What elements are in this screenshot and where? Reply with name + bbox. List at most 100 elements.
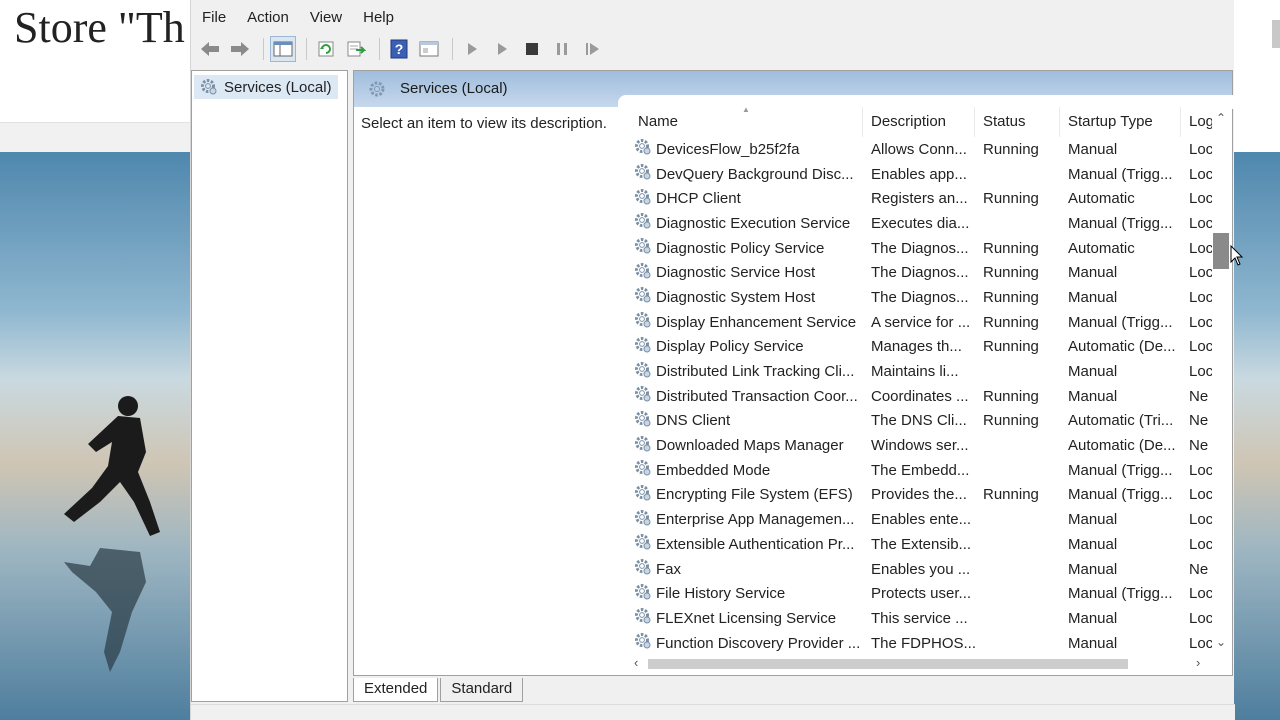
menu-action[interactable]: Action bbox=[236, 6, 299, 32]
scroll-left-icon[interactable]: ‹ bbox=[634, 655, 638, 670]
table-row[interactable]: Distributed Transaction Coor... Coordinat… bbox=[630, 384, 1222, 409]
table-row[interactable]: Function Discovery Provider ... The FDPHO… bbox=[630, 631, 1222, 655]
service-gear-icon bbox=[634, 212, 652, 234]
table-row[interactable]: Diagnostic Policy Service The Diagnos... R… bbox=[630, 236, 1222, 261]
service-startup-type: Automatic (Tri... bbox=[1068, 412, 1174, 430]
services-window: File Action View Help ? Services (Local)… bbox=[190, 0, 1238, 720]
column-header-description[interactable]: Description bbox=[863, 107, 975, 137]
service-name: Distributed Link Tracking Cli... bbox=[656, 363, 855, 381]
service-name: Diagnostic Policy Service bbox=[656, 239, 825, 257]
service-startup-type: Manual (Trigg... bbox=[1068, 486, 1173, 504]
service-name: Display Policy Service bbox=[656, 338, 804, 356]
menu-help[interactable]: Help bbox=[352, 6, 404, 32]
tab-standard[interactable]: Standard bbox=[440, 678, 524, 702]
service-name: Extensible Authentication Pr... bbox=[656, 535, 855, 553]
stop-service-icon[interactable] bbox=[519, 36, 545, 62]
table-row[interactable]: File History Service Protects user... Manu… bbox=[630, 581, 1222, 606]
table-row[interactable]: Encrypting File System (EFS) Provides the… bbox=[630, 483, 1222, 508]
background-document-title: Store "Th bbox=[14, 3, 185, 52]
service-startup-type: Manual (Trigg... bbox=[1068, 165, 1173, 183]
service-name-cell: DHCP Client bbox=[630, 188, 863, 210]
table-row[interactable]: Diagnostic Execution Service Executes dia… bbox=[630, 211, 1222, 236]
table-row[interactable]: Embedded Mode The Embedd... Manual (Trigg.… bbox=[630, 458, 1222, 483]
horizontal-scrollbar-thumb[interactable] bbox=[648, 659, 1128, 669]
table-row[interactable]: Distributed Link Tracking Cli... Maintain… bbox=[630, 359, 1222, 384]
table-row[interactable]: Display Policy Service Manages th... Runni… bbox=[630, 335, 1222, 360]
export-list-icon[interactable] bbox=[343, 36, 369, 62]
tab-extended[interactable]: Extended bbox=[353, 678, 439, 702]
service-startup-type: Manual bbox=[1068, 511, 1118, 529]
background-photo-right bbox=[1234, 152, 1280, 720]
show-hide-console-tree-icon[interactable] bbox=[270, 36, 296, 62]
table-row[interactable]: Downloaded Maps Manager Windows ser... Aut… bbox=[630, 433, 1222, 458]
service-description: Coordinates ... bbox=[871, 387, 969, 405]
service-name-cell: Encrypting File System (EFS) bbox=[630, 484, 863, 506]
help-icon[interactable]: ? bbox=[386, 36, 412, 62]
service-name: DevicesFlow_b25f2fa bbox=[656, 140, 800, 158]
sort-ascending-icon: ▲ bbox=[742, 107, 750, 114]
tree-item-services-local[interactable]: Services (Local) bbox=[194, 75, 338, 99]
service-name: DHCP Client bbox=[656, 190, 741, 208]
gear-icon bbox=[368, 80, 388, 104]
service-description: A service for ... bbox=[871, 313, 971, 331]
service-name-cell: Extensible Authentication Pr... bbox=[630, 533, 863, 555]
forward-arrow-icon[interactable] bbox=[227, 36, 253, 62]
service-status: Running bbox=[983, 486, 1039, 504]
start-service-icon[interactable] bbox=[459, 36, 485, 62]
scroll-up-icon[interactable]: ⌃ bbox=[1216, 111, 1226, 125]
table-row[interactable]: Diagnostic Service Host The Diagnos... Run… bbox=[630, 260, 1222, 285]
start-icon[interactable] bbox=[489, 36, 515, 62]
toolbar-separator bbox=[452, 38, 453, 60]
refresh-icon[interactable] bbox=[313, 36, 339, 62]
service-name: Distributed Transaction Coor... bbox=[656, 387, 858, 405]
service-name-cell: File History Service bbox=[630, 583, 863, 605]
scroll-right-icon[interactable]: › bbox=[1196, 655, 1200, 670]
toolbar-separator bbox=[263, 38, 264, 60]
service-gear-icon bbox=[634, 188, 652, 210]
properties-icon[interactable] bbox=[416, 36, 442, 62]
table-header: ▲ Name Description Status Startup Type L… bbox=[630, 107, 1222, 137]
service-description: Provides the... bbox=[871, 486, 967, 504]
service-startup-type: Manual bbox=[1068, 387, 1118, 405]
menu-view[interactable]: View bbox=[299, 6, 352, 32]
back-arrow-icon[interactable] bbox=[197, 36, 223, 62]
service-name-cell: Embedded Mode bbox=[630, 459, 863, 481]
service-name: Function Discovery Provider ... bbox=[656, 634, 861, 652]
service-startup-type: Manual (Trigg... bbox=[1068, 461, 1173, 479]
service-description: This service ... bbox=[871, 609, 968, 627]
table-row[interactable]: DevQuery Background Disc... Enables app..… bbox=[630, 162, 1222, 187]
table-row[interactable]: DevicesFlow_b25f2fa Allows Conn... Running… bbox=[630, 137, 1222, 162]
table-row[interactable]: DNS Client The DNS Cli... Running Automatic… bbox=[630, 409, 1222, 434]
column-header-status[interactable]: Status bbox=[975, 107, 1060, 137]
table-row[interactable]: Extensible Authentication Pr... The Exten… bbox=[630, 532, 1222, 557]
toolbar-separator bbox=[306, 38, 307, 60]
service-gear-icon bbox=[634, 286, 652, 308]
table-row[interactable]: Diagnostic System Host The Diagnos... Runn… bbox=[630, 285, 1222, 310]
service-gear-icon bbox=[634, 237, 652, 259]
status-bar bbox=[191, 704, 1235, 720]
service-gear-icon bbox=[634, 361, 652, 383]
mouse-cursor-icon bbox=[1230, 244, 1244, 271]
table-row[interactable]: Enterprise App Managemen... Enables ente.… bbox=[630, 507, 1222, 532]
table-row[interactable]: Fax Enables you ... Manual Ne bbox=[630, 557, 1222, 582]
service-name: DevQuery Background Disc... bbox=[656, 165, 854, 183]
service-gear-icon bbox=[634, 138, 652, 160]
background-scrollbar-thumb[interactable] bbox=[1272, 20, 1280, 48]
restart-service-icon[interactable] bbox=[579, 36, 605, 62]
column-header-startup-type[interactable]: Startup Type bbox=[1060, 107, 1181, 137]
table-row[interactable]: Display Enhancement Service A service for… bbox=[630, 310, 1222, 335]
vertical-scrollbar[interactable]: ⌃ ⌄ bbox=[1212, 107, 1230, 655]
horizontal-scrollbar[interactable]: ‹ › bbox=[630, 655, 1212, 673]
pause-service-icon[interactable] bbox=[549, 36, 575, 62]
background-photo-left bbox=[0, 152, 190, 720]
service-gear-icon bbox=[634, 311, 652, 333]
menu-file[interactable]: File bbox=[191, 6, 236, 32]
service-description: Registers an... bbox=[871, 190, 968, 208]
service-name: Encrypting File System (EFS) bbox=[656, 486, 853, 504]
scroll-down-icon[interactable]: ⌄ bbox=[1216, 635, 1226, 649]
service-name: Embedded Mode bbox=[656, 461, 771, 479]
vertical-scrollbar-thumb[interactable] bbox=[1213, 233, 1229, 269]
table-row[interactable]: DHCP Client Registers an... Running Automat… bbox=[630, 186, 1222, 211]
table-row[interactable]: FLEXnet Licensing Service This service ..… bbox=[630, 606, 1222, 631]
service-startup-type: Automatic (De... bbox=[1068, 338, 1176, 356]
